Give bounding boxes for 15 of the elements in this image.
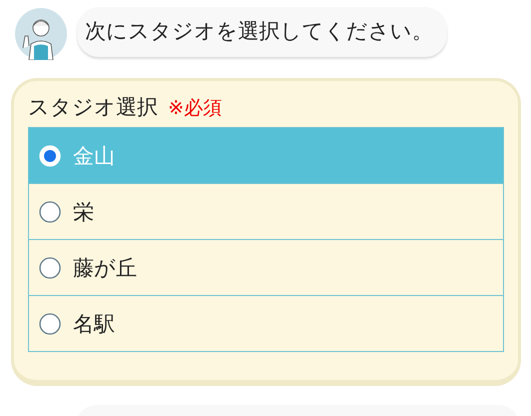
speech-bubble: 次にスタジオを選択してください。 — [77, 7, 447, 57]
radio-button[interactable] — [39, 200, 61, 222]
radio-button[interactable] — [39, 256, 61, 278]
required-label: ※必須 — [168, 96, 222, 121]
radio-button[interactable] — [39, 312, 61, 334]
radio-button-checked[interactable] — [39, 144, 61, 166]
radio-option[interactable]: 名駅 — [29, 295, 503, 351]
option-label: 栄 — [73, 198, 94, 226]
option-label: 金山 — [73, 142, 115, 170]
option-label: 藤が丘 — [73, 254, 137, 282]
radio-option[interactable]: 藤が丘 — [29, 239, 503, 295]
field-label: スタジオ選択 — [28, 94, 158, 121]
radio-option[interactable]: 栄 — [29, 183, 503, 239]
option-label: 名駅 — [73, 310, 115, 338]
avatar — [15, 8, 67, 60]
